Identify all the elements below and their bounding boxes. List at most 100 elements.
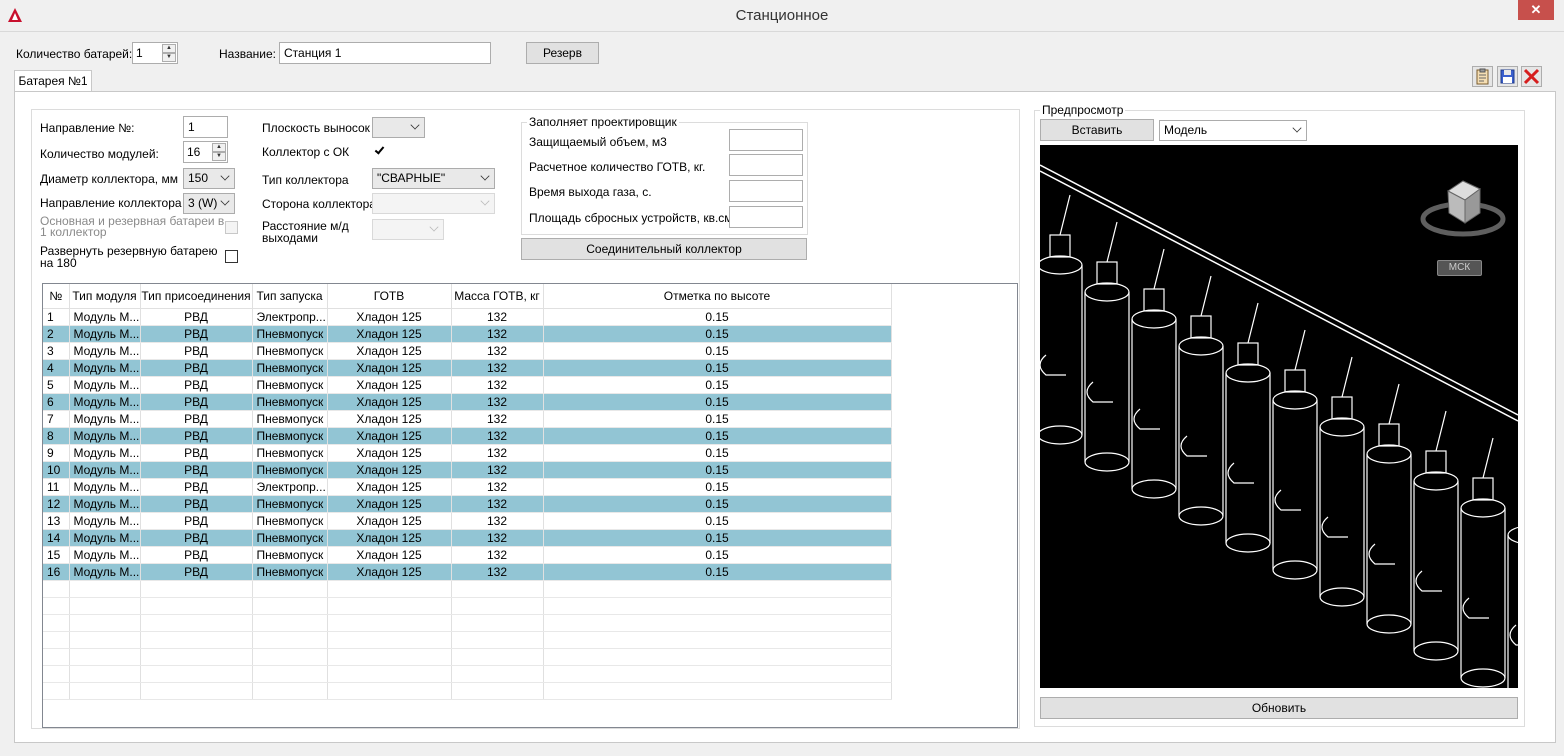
table-row[interactable]: 15 Модуль М... РВД Пневмопуск Хладон 125 132 0… [43, 546, 892, 564]
table-cell[interactable]: Пневмопуск [252, 359, 328, 377]
gotv-amount-input[interactable] [729, 154, 803, 176]
table-cell[interactable]: 132 [451, 478, 544, 496]
table-cell[interactable]: 0.15 [543, 478, 892, 496]
table-cell[interactable]: Пневмопуск [252, 546, 328, 564]
spinner-up-icon[interactable]: ▲ [162, 44, 176, 53]
table-cell[interactable]: Модуль М... [69, 478, 141, 496]
table-cell[interactable]: 132 [451, 308, 544, 326]
table-cell[interactable]: 9 [43, 444, 70, 462]
refresh-button[interactable]: Обновить [1040, 697, 1518, 719]
connecting-collector-button[interactable]: Соединительный коллектор [521, 238, 807, 260]
clipboard-icon[interactable] [1472, 66, 1493, 87]
table-cell[interactable]: Хладон 125 [327, 342, 452, 360]
table-cell[interactable]: 11 [43, 478, 70, 496]
table-row[interactable]: 13 Модуль М... РВД Пневмопуск Хладон 125 132 0… [43, 512, 892, 530]
table-cell[interactable]: Пневмопуск [252, 444, 328, 462]
table-row[interactable]: 4 Модуль М... РВД Пневмопуск Хладон 125 132 0.… [43, 359, 892, 377]
table-cell[interactable]: Пневмопуск [252, 461, 328, 479]
table-cell[interactable]: Модуль М... [69, 546, 141, 564]
table-cell[interactable]: Модуль М... [69, 410, 141, 428]
table-cell[interactable]: 13 [43, 512, 70, 530]
table-cell[interactable]: Хладон 125 [327, 393, 452, 411]
table-cell[interactable]: РВД [140, 359, 253, 377]
table-row[interactable]: 3 Модуль М... РВД Пневмопуск Хладон 125 132 0.… [43, 342, 892, 360]
table-cell[interactable]: Пневмопуск [252, 376, 328, 394]
table-cell[interactable]: 132 [451, 563, 544, 581]
column-header[interactable]: Тип запуска [252, 284, 328, 309]
table-cell[interactable]: 2 [43, 325, 70, 343]
table-cell[interactable]: Модуль М... [69, 427, 141, 445]
table-cell[interactable]: 0.15 [543, 342, 892, 360]
table-cell[interactable]: 132 [451, 512, 544, 530]
table-cell[interactable]: 5 [43, 376, 70, 394]
table-cell[interactable]: РВД [140, 342, 253, 360]
spinner-down-icon[interactable]: ▼ [162, 53, 176, 62]
table-cell[interactable]: Пневмопуск [252, 410, 328, 428]
direction-input[interactable]: 1 [183, 116, 228, 138]
table-cell[interactable]: 0.15 [543, 325, 892, 343]
outlet-distance-select[interactable] [372, 219, 444, 240]
ucs-badge[interactable]: МСК [1437, 260, 1482, 276]
table-cell[interactable]: РВД [140, 461, 253, 479]
table-cell[interactable]: Хладон 125 [327, 325, 452, 343]
table-cell[interactable]: 132 [451, 444, 544, 462]
table-cell[interactable]: 0.15 [543, 461, 892, 479]
table-cell[interactable]: 132 [451, 529, 544, 547]
table-cell[interactable]: Хладон 125 [327, 546, 452, 564]
table-cell[interactable]: Пневмопуск [252, 512, 328, 530]
model-preview-canvas[interactable]: МСК [1040, 145, 1518, 688]
table-cell[interactable]: Пневмопуск [252, 563, 328, 581]
table-cell[interactable]: 132 [451, 376, 544, 394]
table-row[interactable]: 6 Модуль М... РВД Пневмопуск Хладон 125 132 0.… [43, 393, 892, 411]
spinner-down-icon[interactable]: ▼ [212, 152, 226, 161]
table-cell[interactable]: Хладон 125 [327, 495, 452, 513]
table-row[interactable]: 9 Модуль М... РВД Пневмопуск Хладон 125 132 0.… [43, 444, 892, 462]
table-cell[interactable]: 15 [43, 546, 70, 564]
table-cell[interactable]: РВД [140, 325, 253, 343]
table-cell[interactable]: Модуль М... [69, 563, 141, 581]
table-cell[interactable]: 0.15 [543, 512, 892, 530]
table-cell[interactable]: 14 [43, 529, 70, 547]
table-cell[interactable]: РВД [140, 410, 253, 428]
table-cell[interactable]: Модуль М... [69, 444, 141, 462]
table-cell[interactable]: 132 [451, 461, 544, 479]
table-cell[interactable]: 0.15 [543, 359, 892, 377]
table-cell[interactable]: 132 [451, 410, 544, 428]
table-cell[interactable]: Модуль М... [69, 325, 141, 343]
table-cell[interactable]: Модуль М... [69, 308, 141, 326]
table-cell[interactable]: 16 [43, 563, 70, 581]
table-cell[interactable]: Хладон 125 [327, 563, 452, 581]
table-cell[interactable]: Хладон 125 [327, 359, 452, 377]
callout-plane-select[interactable] [372, 117, 425, 138]
table-cell[interactable]: Хладон 125 [327, 529, 452, 547]
table-cell[interactable]: Пневмопуск [252, 427, 328, 445]
table-cell[interactable]: 132 [451, 546, 544, 564]
column-header[interactable]: Масса ГОТВ, кг [451, 284, 544, 309]
rotate-reserve-checkbox[interactable] [225, 250, 238, 263]
battery-count-spinner[interactable]: 1 ▲ ▼ [132, 42, 178, 64]
table-cell[interactable]: Модуль М... [69, 393, 141, 411]
table-cell[interactable]: 132 [451, 325, 544, 343]
table-cell[interactable]: Электропр... [252, 478, 328, 496]
table-cell[interactable]: Электропр... [252, 308, 328, 326]
table-cell[interactable]: РВД [140, 444, 253, 462]
table-cell[interactable]: 0.15 [543, 529, 892, 547]
relief-area-input[interactable] [729, 206, 803, 228]
modules-spinner[interactable]: 16 ▲ ▼ [183, 141, 228, 163]
column-header[interactable]: ГОТВ [327, 284, 452, 309]
main-reserve-checkbox[interactable] [225, 221, 238, 234]
table-cell[interactable]: Хладон 125 [327, 427, 452, 445]
table-cell[interactable]: РВД [140, 427, 253, 445]
table-row[interactable]: 12 Модуль М... РВД Пневмопуск Хладон 125 132 0… [43, 495, 892, 513]
table-cell[interactable]: Пневмопуск [252, 393, 328, 411]
table-cell[interactable]: 8 [43, 427, 70, 445]
station-name-input[interactable]: Станция 1 [279, 42, 491, 64]
table-cell[interactable]: РВД [140, 495, 253, 513]
table-cell[interactable]: Хладон 125 [327, 478, 452, 496]
collector-ok-checkbox[interactable] [373, 144, 386, 157]
table-cell[interactable]: Хладон 125 [327, 512, 452, 530]
table-cell[interactable]: Модуль М... [69, 342, 141, 360]
table-cell[interactable]: 0.15 [543, 427, 892, 445]
table-row[interactable]: 8 Модуль М... РВД Пневмопуск Хладон 125 132 0.… [43, 427, 892, 445]
delete-icon[interactable] [1521, 66, 1542, 87]
